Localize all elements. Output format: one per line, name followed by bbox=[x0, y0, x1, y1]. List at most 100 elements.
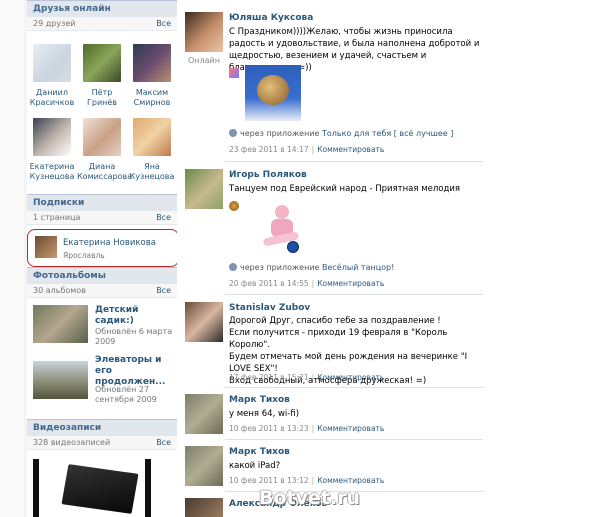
all-subscriptions-link[interactable]: Все bbox=[156, 213, 171, 222]
via-app: через приложение Весёлый танцор! bbox=[229, 263, 394, 272]
subscriptions-count: 1 страница bbox=[33, 213, 81, 222]
left-margin bbox=[0, 0, 24, 517]
comment-link[interactable]: Комментировать bbox=[317, 145, 384, 154]
friend-first-name[interactable]: Екатерина bbox=[27, 162, 77, 172]
gear-icon bbox=[229, 129, 237, 137]
album-item[interactable]: Детский садик:) Обновлён 6 марта 2009 bbox=[33, 305, 173, 361]
album-title[interactable]: Элеваторы и его продолжен... bbox=[95, 355, 177, 388]
dancer-head bbox=[275, 205, 289, 219]
post-divider bbox=[225, 294, 483, 295]
friend-card[interactable]: Максим Смирнов bbox=[127, 44, 177, 108]
section-subheader: 328 видеозаписей Все bbox=[27, 436, 177, 450]
album-updated: Обновлён 6 марта 2009 bbox=[95, 327, 173, 346]
author-avatar[interactable] bbox=[185, 169, 223, 209]
album-thumbnail[interactable] bbox=[33, 361, 88, 399]
friend-photo[interactable] bbox=[83, 118, 121, 156]
via-app: через приложение Только для тебя [ всё л… bbox=[229, 129, 453, 138]
post-author[interactable]: Марк Тихов bbox=[229, 395, 290, 405]
post-author[interactable]: Марк Тихов bbox=[229, 447, 290, 457]
friend-photo[interactable] bbox=[133, 44, 171, 82]
friend-last-name[interactable]: Смирнов bbox=[127, 98, 177, 108]
friend-photo[interactable] bbox=[33, 118, 71, 156]
all-videos-link[interactable]: Все bbox=[156, 438, 171, 447]
subscription-name[interactable]: Екатерина Новикова bbox=[63, 238, 156, 248]
albums-section: Фотоальбомы 30 альбомов Все bbox=[27, 267, 177, 298]
post-author[interactable]: Stanislav Zubov bbox=[229, 303, 310, 313]
videos-count: 328 видеозаписей bbox=[33, 438, 111, 447]
author-avatar[interactable] bbox=[185, 498, 223, 517]
app-link[interactable]: Только для тебя [ всё лучшее ] bbox=[322, 129, 453, 138]
post-date[interactable]: 20 фев 2011 в 14:55 bbox=[229, 279, 309, 288]
videos-section: Видеозаписи 328 видеозаписей Все bbox=[27, 419, 177, 450]
post-date[interactable]: 10 фев 2011 в 13:12 bbox=[229, 476, 309, 485]
right-margin bbox=[486, 0, 600, 517]
albums-count: 30 альбомов bbox=[33, 286, 86, 295]
post-date[interactable]: 17 фев 2011 в 15:21 bbox=[229, 373, 309, 382]
app-link[interactable]: Весёлый танцор! bbox=[322, 263, 394, 272]
post-author[interactable]: Игорь Поляков bbox=[229, 170, 307, 180]
friend-photo[interactable] bbox=[133, 118, 171, 156]
section-subheader: 1 страница Все bbox=[27, 211, 177, 225]
friend-card[interactable]: Пётр Гринёв bbox=[77, 44, 127, 108]
author-avatar[interactable] bbox=[185, 446, 223, 486]
section-title[interactable]: Фотоальбомы bbox=[27, 267, 177, 284]
watermark: Botvet.ru bbox=[259, 487, 361, 509]
album-item[interactable]: Элеваторы и его продолжен... Обновлён 27… bbox=[33, 355, 173, 411]
friend-card[interactable]: Диана Комиссарова bbox=[77, 118, 132, 182]
all-friends-link[interactable]: Все bbox=[156, 19, 171, 28]
section-title[interactable]: Друзья онлайн bbox=[27, 0, 177, 17]
post-text: какой iPad? bbox=[229, 461, 281, 471]
post-image[interactable] bbox=[245, 65, 301, 121]
section-subheader: 29 друзей Все bbox=[27, 17, 177, 31]
friend-last-name[interactable]: Красичков bbox=[27, 98, 77, 108]
post-meta: 23 фев 2011 в 14:17 | Комментировать bbox=[229, 145, 385, 154]
friend-last-name[interactable]: Кузнецова bbox=[27, 172, 77, 182]
comment-link[interactable]: Комментировать bbox=[317, 279, 384, 288]
friends-count: 29 друзей bbox=[33, 19, 76, 28]
post-date[interactable]: 23 фев 2011 в 14:17 bbox=[229, 145, 309, 154]
friend-last-name[interactable]: Кузнецова bbox=[127, 172, 177, 182]
video-thumbnail[interactable] bbox=[33, 459, 151, 517]
friend-photo[interactable] bbox=[83, 44, 121, 82]
subscription-avatar[interactable] bbox=[35, 236, 57, 258]
friend-first-name[interactable]: Даниил bbox=[27, 88, 77, 98]
friend-card[interactable]: Екатерина Кузнецова bbox=[27, 118, 77, 182]
gear-icon bbox=[229, 263, 237, 271]
album-thumbnail[interactable] bbox=[33, 305, 88, 343]
wall-feed: Онлайн Юляша Куксова С Праздником))))Жел… bbox=[177, 0, 486, 517]
friend-photo[interactable] bbox=[33, 44, 71, 82]
post-text: у меня 64, wi-fi) bbox=[229, 409, 300, 419]
friend-card[interactable]: Даниил Красичков bbox=[27, 44, 77, 108]
post-divider bbox=[225, 161, 483, 162]
play-icon[interactable] bbox=[287, 241, 299, 253]
friend-first-name[interactable]: Пётр bbox=[77, 88, 127, 98]
author-avatar[interactable] bbox=[185, 394, 223, 434]
author-avatar[interactable] bbox=[185, 302, 223, 342]
gift-icon bbox=[229, 68, 239, 78]
friend-card[interactable]: Яна Кузнецова bbox=[127, 118, 177, 182]
friend-first-name[interactable]: Диана bbox=[77, 162, 127, 172]
section-title[interactable]: Подписки bbox=[27, 194, 177, 211]
friend-last-name[interactable]: Гринёв bbox=[77, 98, 127, 108]
section-title[interactable]: Видеозаписи bbox=[27, 419, 177, 436]
video-frame bbox=[39, 459, 145, 517]
author-avatar[interactable] bbox=[185, 12, 223, 52]
friend-first-name[interactable]: Яна bbox=[127, 162, 177, 172]
friend-last-name[interactable]: Комиссарова bbox=[77, 172, 132, 182]
via-prefix: через приложение bbox=[240, 129, 320, 138]
subscription-card[interactable]: Екатерина Новикова Ярославль bbox=[27, 229, 179, 272]
post-meta: 10 фев 2011 в 13:12 | Комментировать bbox=[229, 476, 385, 485]
post-date[interactable]: 10 фев 2011 в 13:23 bbox=[229, 424, 309, 433]
post-author[interactable]: Юляша Куксова bbox=[229, 13, 313, 23]
all-albums-link[interactable]: Все bbox=[156, 286, 171, 295]
post-divider bbox=[225, 387, 483, 388]
friend-first-name[interactable]: Максим bbox=[127, 88, 177, 98]
comment-link[interactable]: Комментировать bbox=[317, 373, 384, 382]
online-status: Онлайн bbox=[188, 56, 220, 65]
comment-link[interactable]: Комментировать bbox=[317, 424, 384, 433]
gift-icon bbox=[229, 201, 239, 211]
comment-link[interactable]: Комментировать bbox=[317, 476, 384, 485]
left-column: Друзья онлайн 29 друзей Все Даниил Краси… bbox=[27, 0, 179, 517]
album-title[interactable]: Детский садик:) bbox=[95, 305, 177, 327]
post-meta: 20 фев 2011 в 14:55 | Комментировать bbox=[229, 279, 385, 288]
